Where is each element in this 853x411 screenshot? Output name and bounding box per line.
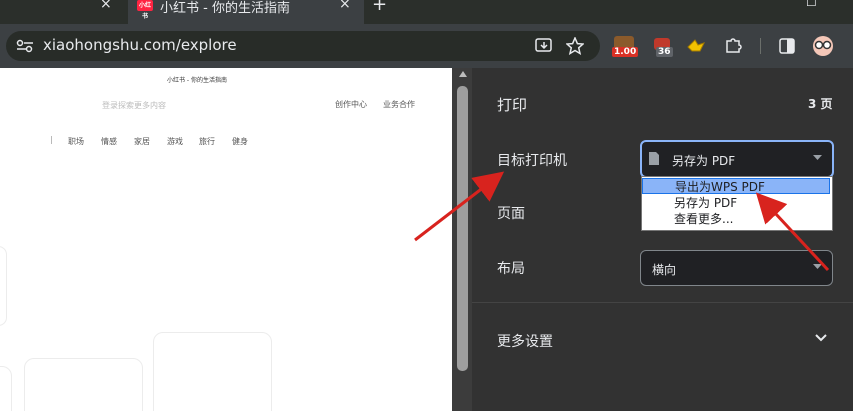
arrow-to-wps-option [755,192,830,272]
arrow-to-destination [414,171,505,242]
annotation-arrows [414,171,830,272]
